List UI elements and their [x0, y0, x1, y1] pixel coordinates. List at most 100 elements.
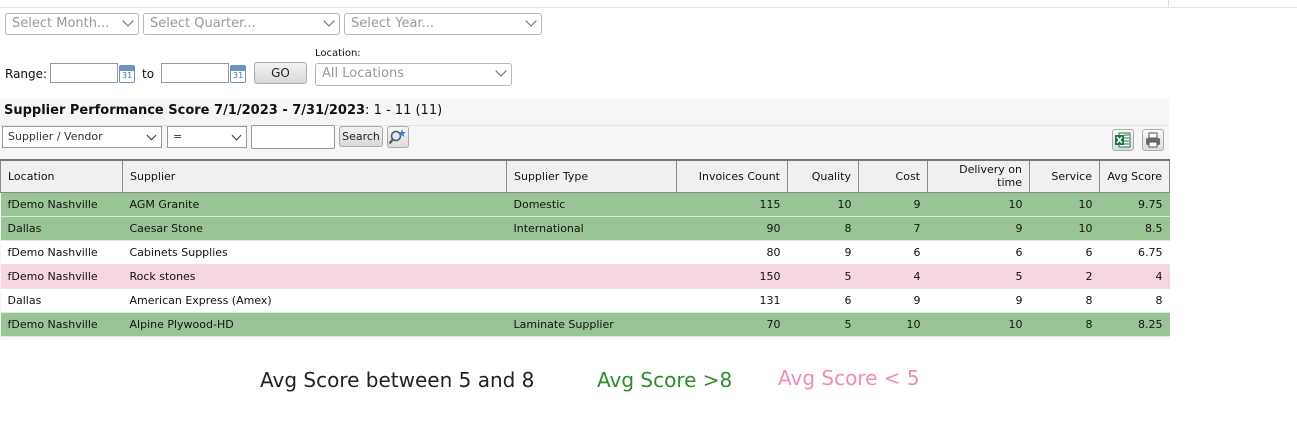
cell-quality: 9 — [787, 240, 859, 265]
table-row[interactable]: Dallas American Express (Amex) 131 6 9 9 8 8 — [0, 288, 1170, 313]
top-divider — [1168, 0, 1169, 7]
location-label: Location: — [315, 48, 361, 59]
table-row[interactable]: fDemo Nashville Alpine Plywood-HD Laminate… — [0, 312, 1170, 337]
cell-cost: 7 — [858, 216, 928, 241]
cell-avg-score: 8 — [1099, 288, 1170, 313]
print-button[interactable] — [1142, 129, 1164, 151]
column-header-cost[interactable]: Cost — [858, 159, 928, 193]
column-header-delivery-on-time[interactable]: Delivery on time — [927, 159, 1030, 193]
cell-service: 10 — [1029, 192, 1100, 217]
cell-supplier-type: Laminate Supplier — [506, 312, 677, 337]
range-start-input[interactable] — [50, 63, 118, 83]
column-header-invoices-count[interactable]: Invoices Count — [676, 159, 788, 193]
cell-supplier-type — [506, 240, 677, 265]
cell-quality: 5 — [787, 312, 859, 337]
operator-text: = — [173, 130, 183, 143]
operator-select[interactable]: = — [167, 126, 247, 148]
cell-delivery-on-time: 5 — [927, 264, 1030, 289]
legend-high: Avg Score >8 — [597, 368, 733, 392]
column-header-location[interactable]: Location — [0, 159, 123, 193]
table-row[interactable]: fDemo Nashville Rock stones 150 5 4 5 2 4 — [0, 264, 1170, 289]
table-row[interactable]: fDemo Nashville AGM Granite Domestic 115 10 9… — [0, 192, 1170, 217]
table-header-row: Location Supplier Supplier Type Invoices… — [0, 159, 1170, 193]
cell-supplier: Alpine Plywood-HD — [122, 312, 507, 337]
cell-location: fDemo Nashville — [0, 192, 123, 217]
cell-supplier-type: Domestic — [506, 192, 677, 217]
cell-cost: 4 — [858, 264, 928, 289]
year-select-text: Select Year... — [351, 16, 434, 31]
chevron-down-icon — [231, 130, 242, 141]
calendar-icon[interactable]: 31 — [230, 65, 246, 83]
cell-cost: 10 — [858, 312, 928, 337]
cell-delivery-on-time: 10 — [927, 312, 1030, 337]
table-row[interactable]: fDemo Nashville Cabinets Supplies 80 9 6 6 6 6.… — [0, 240, 1170, 265]
cell-service: 10 — [1029, 216, 1100, 241]
chevron-down-icon — [525, 15, 537, 27]
excel-icon — [1115, 132, 1131, 148]
cell-cost: 9 — [858, 192, 928, 217]
cell-invoices-count: 80 — [676, 240, 788, 265]
cell-delivery-on-time: 9 — [927, 288, 1030, 313]
cell-supplier: American Express (Amex) — [122, 288, 507, 313]
chevron-down-icon — [323, 15, 335, 27]
column-header-quality[interactable]: Quality — [787, 159, 859, 193]
cell-quality: 5 — [787, 264, 859, 289]
cell-supplier: Cabinets Supplies — [122, 240, 507, 265]
cell-delivery-on-time: 6 — [927, 240, 1030, 265]
cell-supplier: Rock stones — [122, 264, 507, 289]
quarter-select[interactable]: Select Quarter... — [143, 13, 340, 35]
cell-avg-score: 9.75 — [1099, 192, 1170, 217]
cell-avg-score: 4 — [1099, 264, 1170, 289]
advanced-search-button[interactable] — [387, 126, 409, 148]
column-header-supplier[interactable]: Supplier — [122, 159, 507, 193]
table-body: fDemo Nashville AGM Granite Domestic 115 10 9… — [0, 192, 1170, 337]
cell-service: 2 — [1029, 264, 1100, 289]
cell-supplier-type — [506, 264, 677, 289]
cell-invoices-count: 150 — [676, 264, 788, 289]
cell-avg-score: 8.25 — [1099, 312, 1170, 337]
to-label: to — [142, 67, 155, 81]
cell-supplier: Caesar Stone — [122, 216, 507, 241]
magnifier-star-icon — [388, 129, 406, 145]
cell-supplier: AGM Granite — [122, 192, 507, 217]
export-excel-button[interactable] — [1112, 129, 1134, 151]
cell-service: 8 — [1029, 312, 1100, 337]
search-button[interactable]: Search — [339, 126, 383, 147]
report-title-text: Supplier Performance Score 7/1/2023 - 7/… — [4, 103, 366, 118]
field-filter-select[interactable]: Supplier / Vendor — [2, 126, 162, 148]
column-header-supplier-type[interactable]: Supplier Type — [506, 159, 677, 193]
month-select[interactable]: Select Month... — [5, 13, 139, 35]
cell-avg-score: 6.75 — [1099, 240, 1170, 265]
cell-invoices-count: 115 — [676, 192, 788, 217]
top-border — [0, 0, 1297, 8]
cell-quality: 6 — [787, 288, 859, 313]
year-select[interactable]: Select Year... — [344, 13, 542, 35]
cell-service: 8 — [1029, 288, 1100, 313]
range-label: Range: — [5, 67, 48, 81]
supplier-score-table: Location Supplier Supplier Type Invoices… — [0, 159, 1170, 337]
cell-cost: 6 — [858, 240, 928, 265]
month-select-text: Select Month... — [12, 16, 110, 31]
go-button[interactable]: GO — [254, 62, 307, 84]
cell-location: fDemo Nashville — [0, 312, 123, 337]
chevron-down-icon — [495, 65, 507, 77]
printer-icon — [1146, 132, 1160, 148]
column-header-service[interactable]: Service — [1029, 159, 1100, 193]
range-end-input[interactable] — [161, 63, 229, 83]
field-filter-text: Supplier / Vendor — [8, 130, 103, 143]
cell-supplier-type: International — [506, 216, 677, 241]
cell-quality: 10 — [787, 192, 859, 217]
report-title: Supplier Performance Score 7/1/2023 - 7/… — [4, 103, 442, 118]
cell-quality: 8 — [787, 216, 859, 241]
cell-location: fDemo Nashville — [0, 264, 123, 289]
column-header-avg-score[interactable]: Avg Score — [1099, 159, 1170, 193]
chevron-down-icon — [146, 130, 157, 141]
cell-invoices-count: 70 — [676, 312, 788, 337]
calendar-icon[interactable]: 31 — [119, 65, 135, 83]
location-select[interactable]: All Locations — [315, 63, 512, 86]
cell-invoices-count: 131 — [676, 288, 788, 313]
filter-value-input[interactable] — [251, 125, 335, 149]
table-row[interactable]: Dallas Caesar Stone International 90 8 7 9 10 8.… — [0, 216, 1170, 241]
legend-mid: Avg Score between 5 and 8 — [260, 368, 535, 392]
chevron-down-icon — [122, 15, 134, 27]
